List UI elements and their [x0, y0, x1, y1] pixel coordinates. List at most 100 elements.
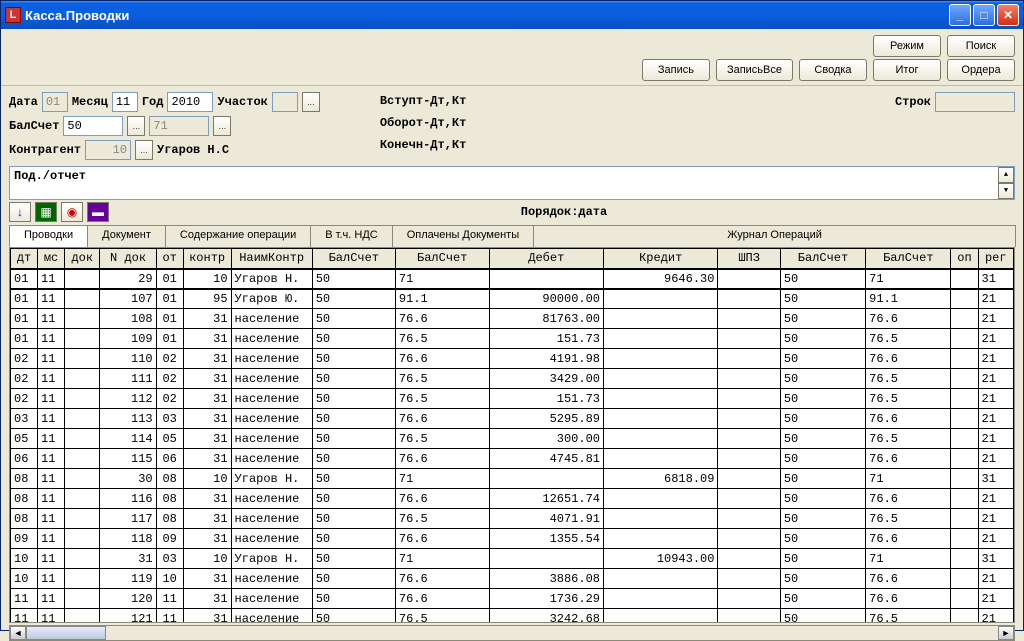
cell-dok[interactable] [65, 409, 100, 429]
cell-ndok[interactable]: 111 [100, 369, 156, 389]
cell-naim[interactable]: население [231, 309, 312, 329]
cell-ms[interactable]: 11 [38, 429, 65, 449]
cell-shpz[interactable] [718, 449, 780, 469]
cell-reg[interactable]: 21 [978, 409, 1013, 429]
cell-ot[interactable]: 10 [156, 569, 183, 589]
cell-debet[interactable]: 4745.81 [489, 449, 603, 469]
cell-bs3[interactable]: 50 [780, 309, 865, 329]
cell-ms[interactable]: 11 [38, 529, 65, 549]
cell-shpz[interactable] [718, 469, 780, 489]
cell-reg[interactable]: 21 [978, 389, 1013, 409]
cell-ndok[interactable]: 114 [100, 429, 156, 449]
cell-reg[interactable]: 21 [978, 609, 1013, 624]
cell-kontr[interactable]: 10 [183, 269, 231, 289]
cell-reg[interactable]: 21 [978, 349, 1013, 369]
cell-op[interactable] [951, 509, 978, 529]
cell-ndok[interactable]: 115 [100, 449, 156, 469]
cell-ndok[interactable]: 29 [100, 269, 156, 289]
col-header[interactable]: мс [38, 249, 65, 269]
cell-ms[interactable]: 11 [38, 289, 65, 309]
cell-bs3[interactable]: 50 [780, 369, 865, 389]
cell-bs3[interactable]: 50 [780, 509, 865, 529]
horizontal-scrollbar[interactable]: ◄ ► [9, 625, 1015, 641]
col-header[interactable]: оп [951, 249, 978, 269]
cell-bs2[interactable]: 76.6 [395, 409, 489, 429]
cell-ms[interactable]: 11 [38, 449, 65, 469]
cell-debet[interactable]: 3886.08 [489, 569, 603, 589]
cell-kredit[interactable] [604, 589, 718, 609]
cell-op[interactable] [951, 269, 978, 289]
cell-dok[interactable] [65, 609, 100, 624]
cell-debet[interactable] [489, 469, 603, 489]
cell-ms[interactable]: 11 [38, 329, 65, 349]
cell-ot[interactable]: 02 [156, 369, 183, 389]
tab-provodki[interactable]: Проводки [9, 225, 88, 247]
cell-bs4[interactable]: 76.6 [866, 309, 951, 329]
cell-kontr[interactable]: 31 [183, 489, 231, 509]
cell-ms[interactable]: 11 [38, 409, 65, 429]
cell-shpz[interactable] [718, 489, 780, 509]
cell-ndok[interactable]: 119 [100, 569, 156, 589]
cell-kredit[interactable] [604, 409, 718, 429]
total-button[interactable]: Итог [873, 59, 941, 81]
record-button[interactable]: Запись [642, 59, 710, 81]
tab-soder[interactable]: Содержание операции [165, 225, 311, 247]
cell-bs2[interactable]: 76.5 [395, 329, 489, 349]
cell-bs3[interactable]: 50 [780, 409, 865, 429]
cell-kontr[interactable]: 31 [183, 309, 231, 329]
cell-shpz[interactable] [718, 309, 780, 329]
cell-kontr[interactable]: 10 [183, 549, 231, 569]
cell-ms[interactable]: 11 [38, 489, 65, 509]
cell-ot[interactable]: 03 [156, 549, 183, 569]
cell-dok[interactable] [65, 469, 100, 489]
table-row[interactable]: 01111090131население5076.5151.735076.521 [11, 329, 1014, 349]
cell-shpz[interactable] [718, 609, 780, 624]
tab-document[interactable]: Документ [87, 225, 166, 247]
cell-reg[interactable]: 21 [978, 429, 1013, 449]
cell-naim[interactable]: Угаров Н. [231, 549, 312, 569]
cell-bs2[interactable]: 76.5 [395, 509, 489, 529]
cell-kredit[interactable] [604, 349, 718, 369]
cell-bs3[interactable]: 50 [780, 449, 865, 469]
cell-bs1[interactable]: 50 [312, 529, 395, 549]
cell-dt[interactable]: 01 [11, 329, 38, 349]
cell-reg[interactable]: 21 [978, 449, 1013, 469]
cell-dt[interactable]: 01 [11, 289, 38, 309]
cell-op[interactable] [951, 369, 978, 389]
balschet2-input[interactable] [149, 116, 209, 136]
scroll-thumb[interactable] [26, 626, 106, 640]
table-row[interactable]: 02111110231население5076.53429.005076.52… [11, 369, 1014, 389]
col-header[interactable]: рег [978, 249, 1013, 269]
cell-reg[interactable]: 21 [978, 289, 1013, 309]
cell-bs1[interactable]: 50 [312, 369, 395, 389]
cell-reg[interactable]: 21 [978, 329, 1013, 349]
table-row[interactable]: 0111290110Угаров Н.50719646.30507131 [11, 269, 1014, 289]
table-row[interactable]: 06111150631население5076.64745.815076.62… [11, 449, 1014, 469]
cell-kontr[interactable]: 95 [183, 289, 231, 309]
month-input[interactable] [112, 92, 138, 112]
orders-button[interactable]: Ордера [947, 59, 1015, 81]
cell-dt[interactable]: 02 [11, 389, 38, 409]
cell-bs1[interactable]: 50 [312, 549, 395, 569]
cell-dok[interactable] [65, 509, 100, 529]
cell-reg[interactable]: 31 [978, 269, 1013, 289]
cell-naim[interactable]: население [231, 349, 312, 369]
cell-bs4[interactable]: 76.6 [866, 449, 951, 469]
cell-kredit[interactable]: 10943.00 [604, 549, 718, 569]
cell-debet[interactable]: 5295.89 [489, 409, 603, 429]
cell-bs2[interactable]: 76.6 [395, 529, 489, 549]
cell-debet[interactable]: 1736.29 [489, 589, 603, 609]
cell-bs1[interactable]: 50 [312, 289, 395, 309]
cell-debet[interactable]: 12651.74 [489, 489, 603, 509]
cell-bs1[interactable]: 50 [312, 309, 395, 329]
uchastok-input[interactable] [272, 92, 298, 112]
cell-naim[interactable]: население [231, 509, 312, 529]
summary-button[interactable]: Сводка [799, 59, 867, 81]
cell-ot[interactable]: 01 [156, 329, 183, 349]
cell-kredit[interactable]: 6818.09 [604, 469, 718, 489]
cell-ndok[interactable]: 116 [100, 489, 156, 509]
cell-ndok[interactable]: 121 [100, 609, 156, 624]
cell-naim[interactable]: население [231, 609, 312, 624]
cell-ms[interactable]: 11 [38, 269, 65, 289]
cell-naim[interactable]: население [231, 389, 312, 409]
